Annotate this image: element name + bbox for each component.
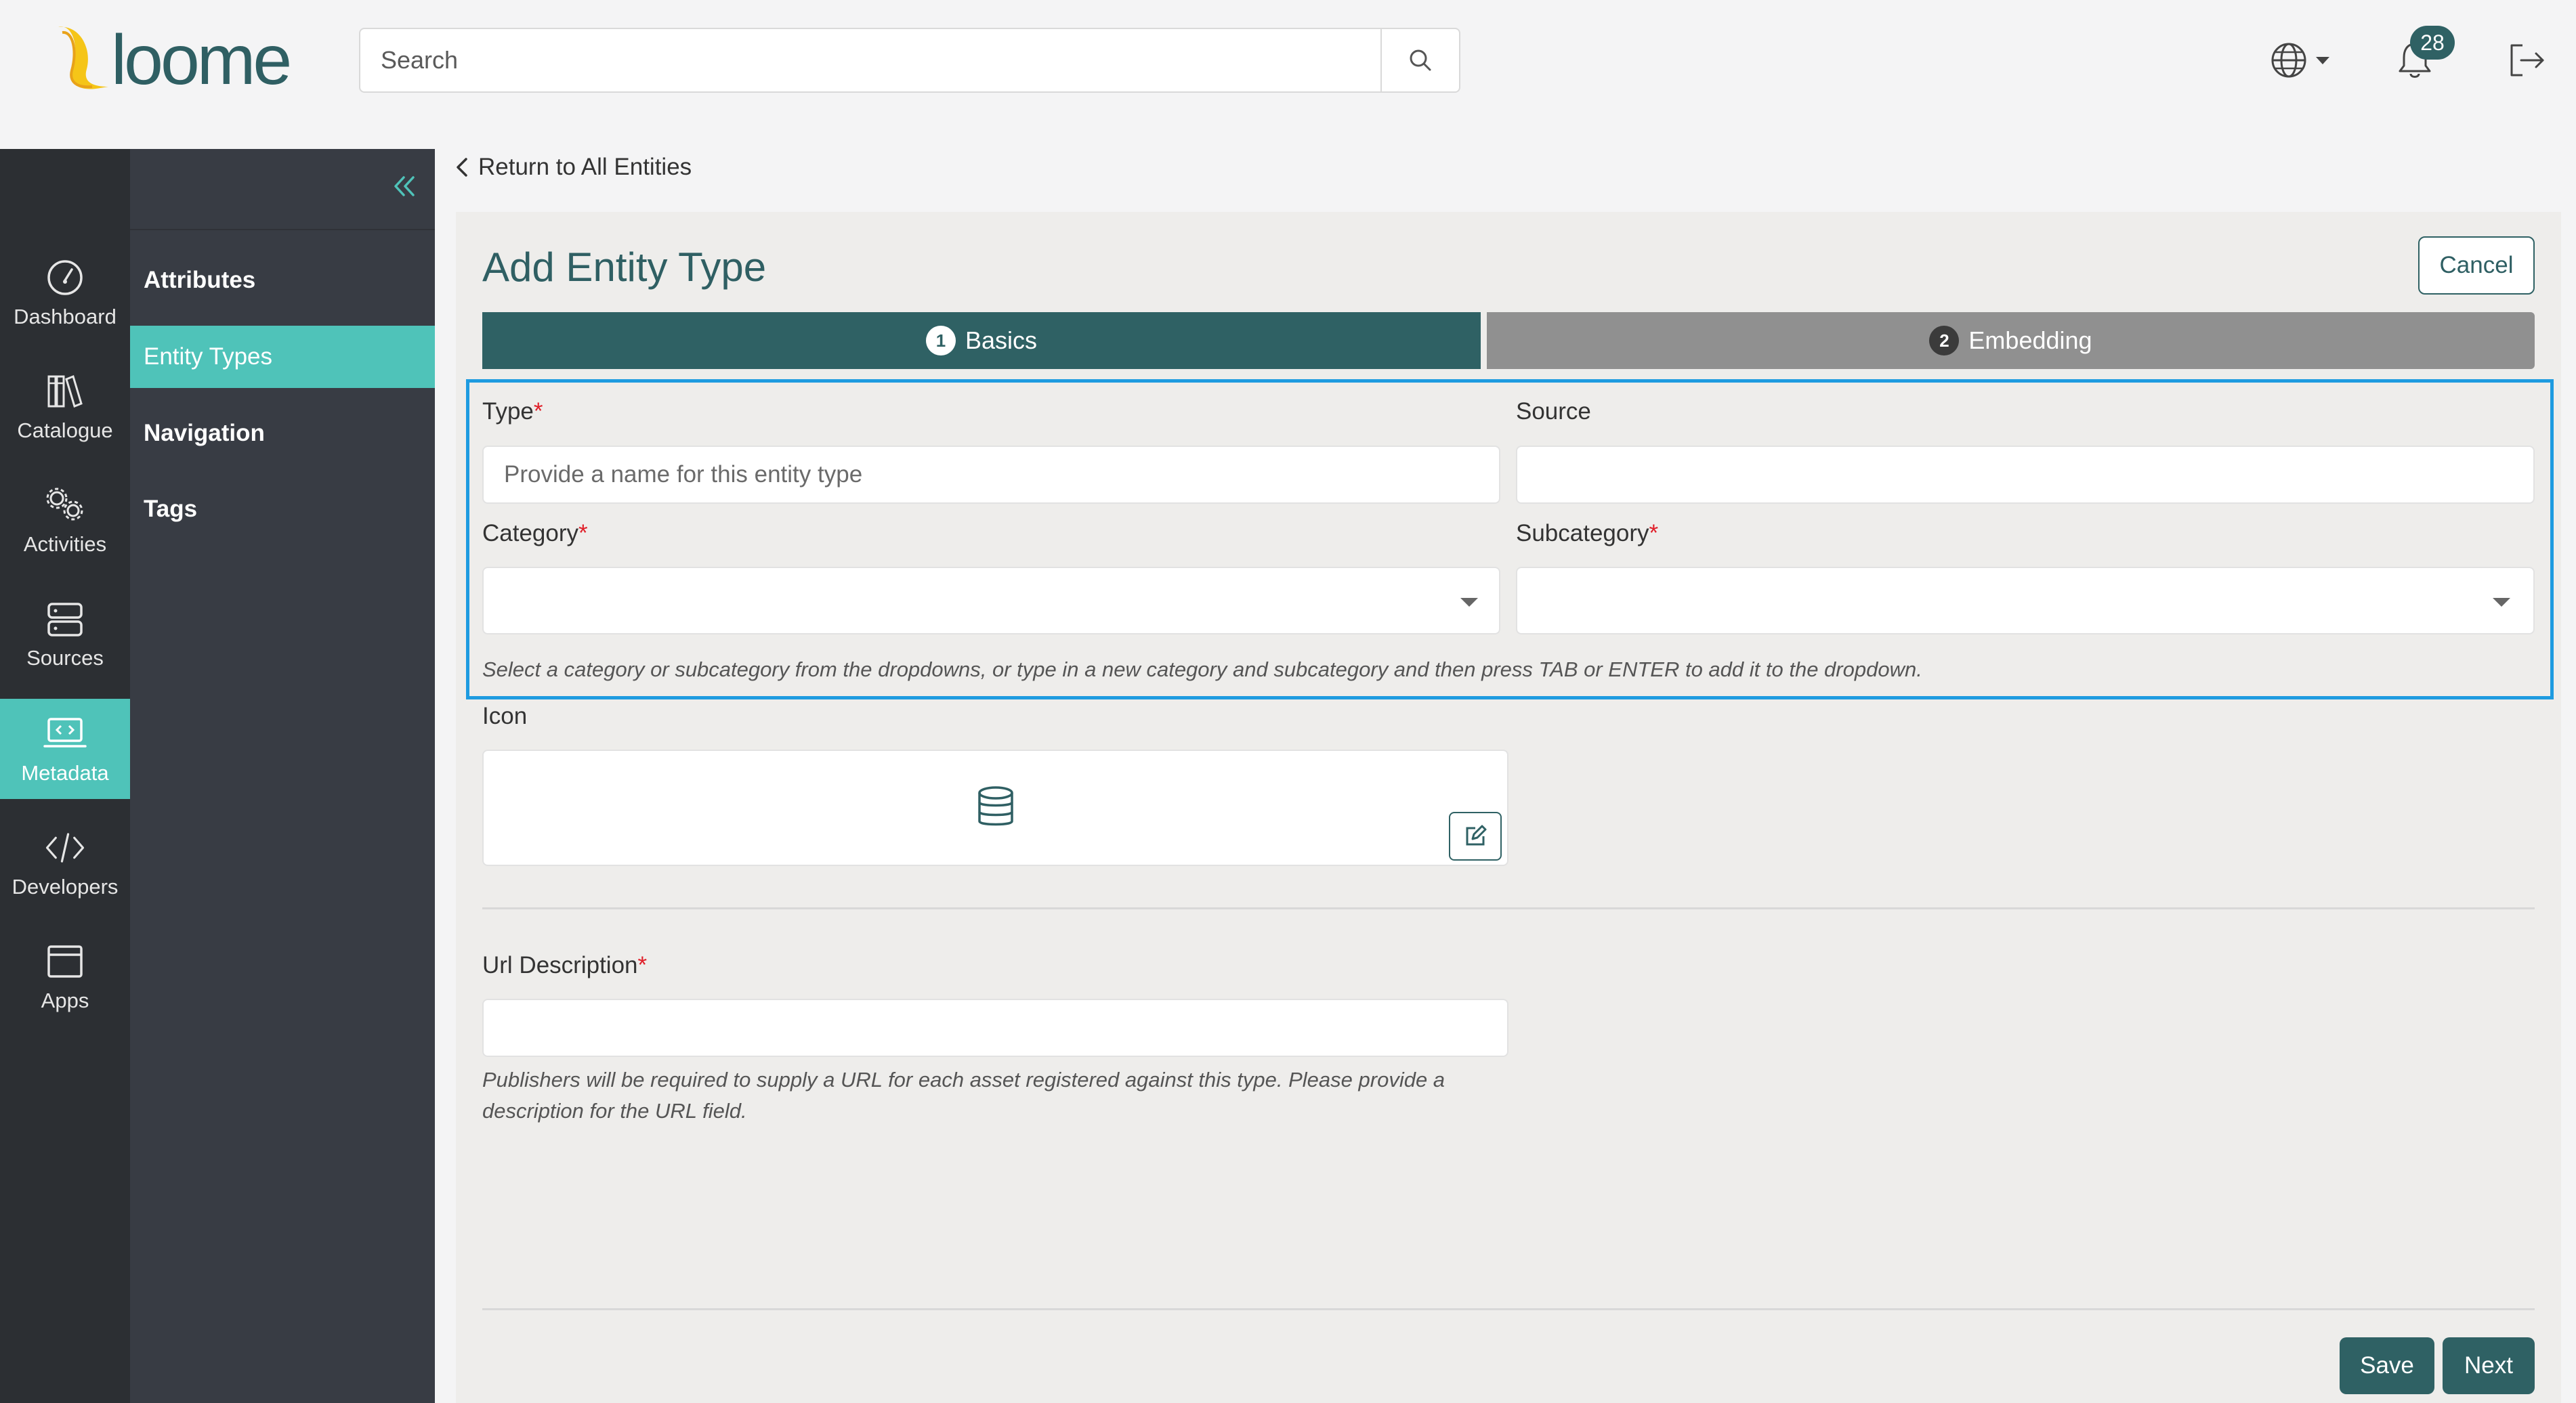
sources-icon: [43, 597, 87, 641]
submenu-navigation[interactable]: Navigation: [130, 402, 435, 465]
type-field: [482, 446, 1500, 504]
step-embedding[interactable]: 2 Embedding: [1487, 312, 2535, 369]
main-nav-rail: Dashboard Catalogue Activities Sources M…: [0, 149, 130, 1403]
focus-highlight-box: [466, 379, 2554, 699]
caret-down-icon: [1460, 598, 1478, 607]
return-link[interactable]: Return to All Entities: [452, 150, 692, 184]
edit-icon: [1466, 825, 1487, 846]
loome-logo[interactable]: loome: [53, 21, 337, 100]
app-root: loome Search 28 Dashboard Catalogue Acti…: [0, 0, 2576, 1403]
nav-apps-label: Apps: [41, 989, 89, 1012]
top-header: loome Search 28: [0, 0, 2576, 124]
subcategory-input[interactable]: [1517, 568, 2533, 633]
required-marker: *: [533, 398, 543, 425]
step-basics[interactable]: 1 Basics: [482, 312, 1481, 369]
category-dropdown[interactable]: [482, 567, 1500, 634]
url-description-hint: Publishers will be required to supply a …: [482, 1064, 1445, 1127]
type-label: Type*: [482, 398, 543, 425]
source-field: [1516, 446, 2535, 504]
source-input[interactable]: [1517, 447, 2533, 502]
nav-activities[interactable]: Activities: [0, 470, 130, 570]
metadata-icon: [43, 712, 87, 756]
nav-metadata[interactable]: Metadata: [0, 699, 130, 799]
next-button[interactable]: Next: [2443, 1337, 2535, 1394]
metadata-submenu: Attributes Entity Types Navigation Tags: [130, 149, 435, 1403]
subcategory-dropdown[interactable]: [1516, 567, 2535, 634]
svg-text:loome: loome: [111, 22, 289, 98]
url-description-field: [482, 999, 1508, 1057]
step-basics-label: Basics: [965, 326, 1038, 354]
save-button[interactable]: Save: [2340, 1337, 2434, 1394]
caret-down-icon: [2493, 598, 2510, 607]
step-embedding-label: Embedding: [1968, 326, 2092, 354]
nav-metadata-label: Metadata: [21, 761, 109, 785]
nav-developers[interactable]: Developers: [0, 813, 130, 913]
nav-activities-label: Activities: [23, 532, 107, 556]
url-description-hint-line-1: Publishers will be required to supply a …: [482, 1068, 1445, 1092]
nav-sources-label: Sources: [26, 646, 104, 670]
nav-sources[interactable]: Sources: [0, 584, 130, 684]
search-input[interactable]: [360, 29, 1382, 91]
notification-count-badge: 28: [2410, 26, 2455, 60]
dashboard-icon: [43, 256, 87, 299]
type-input[interactable]: [484, 447, 1499, 502]
nav-catalogue[interactable]: Catalogue: [0, 356, 130, 456]
footer-divider: [482, 1308, 2535, 1310]
activities-icon: [43, 483, 87, 527]
category-label: Category*: [482, 520, 588, 546]
cancel-button[interactable]: Cancel: [2418, 236, 2535, 295]
category-hint: Select a category or subcategory from th…: [482, 657, 1922, 681]
required-marker: *: [1649, 520, 1659, 546]
source-label: Source: [1516, 398, 1591, 425]
submenu-tags[interactable]: Tags: [130, 478, 435, 540]
nav-developers-label: Developers: [12, 875, 119, 899]
page-title: Add Entity Type: [482, 244, 767, 290]
logout-button[interactable]: [2504, 38, 2550, 83]
url-description-hint-line-2: description for the URL field.: [482, 1099, 747, 1123]
step-number-2: 2: [1929, 326, 1960, 355]
subcategory-label: Subcategory*: [1516, 520, 1659, 546]
nav-dashboard-label: Dashboard: [14, 305, 117, 328]
chevron-down-icon: [2316, 56, 2329, 64]
nav-dashboard[interactable]: Dashboard: [0, 242, 130, 343]
collapse-sidebar-button[interactable]: [387, 169, 421, 203]
icon-label: Icon: [482, 703, 528, 729]
double-chevron-left-icon: [394, 176, 415, 196]
nav-apps[interactable]: Apps: [0, 926, 130, 1027]
logout-icon: [2510, 44, 2544, 77]
database-icon: [978, 786, 1013, 826]
search-box: [359, 28, 1460, 93]
search-button[interactable]: [1380, 29, 1459, 91]
step-number-1: 1: [925, 326, 956, 355]
url-description-label: Url Description*: [482, 952, 648, 978]
return-link-label: Return to All Entities: [478, 154, 692, 180]
developers-icon: [43, 826, 87, 869]
nav-catalogue-label: Catalogue: [17, 418, 113, 442]
category-input[interactable]: [484, 568, 1499, 633]
submenu-divider: [130, 229, 435, 230]
submenu-attributes[interactable]: Attributes: [130, 249, 435, 311]
chevron-left-icon: [457, 158, 467, 177]
required-marker: *: [578, 520, 588, 546]
edit-icon-button[interactable]: [1449, 812, 1502, 861]
section-divider: [482, 907, 2535, 909]
icon-preview-box: [482, 750, 1508, 866]
apps-icon: [43, 940, 87, 983]
language-selector[interactable]: [2262, 37, 2337, 84]
required-marker: *: [637, 952, 648, 978]
search-icon: [1410, 49, 1431, 71]
globe-icon: [2271, 43, 2306, 78]
submenu-entity-types[interactable]: Entity Types: [130, 326, 435, 388]
catalogue-icon: [43, 370, 87, 413]
url-description-input[interactable]: [484, 1000, 1507, 1056]
